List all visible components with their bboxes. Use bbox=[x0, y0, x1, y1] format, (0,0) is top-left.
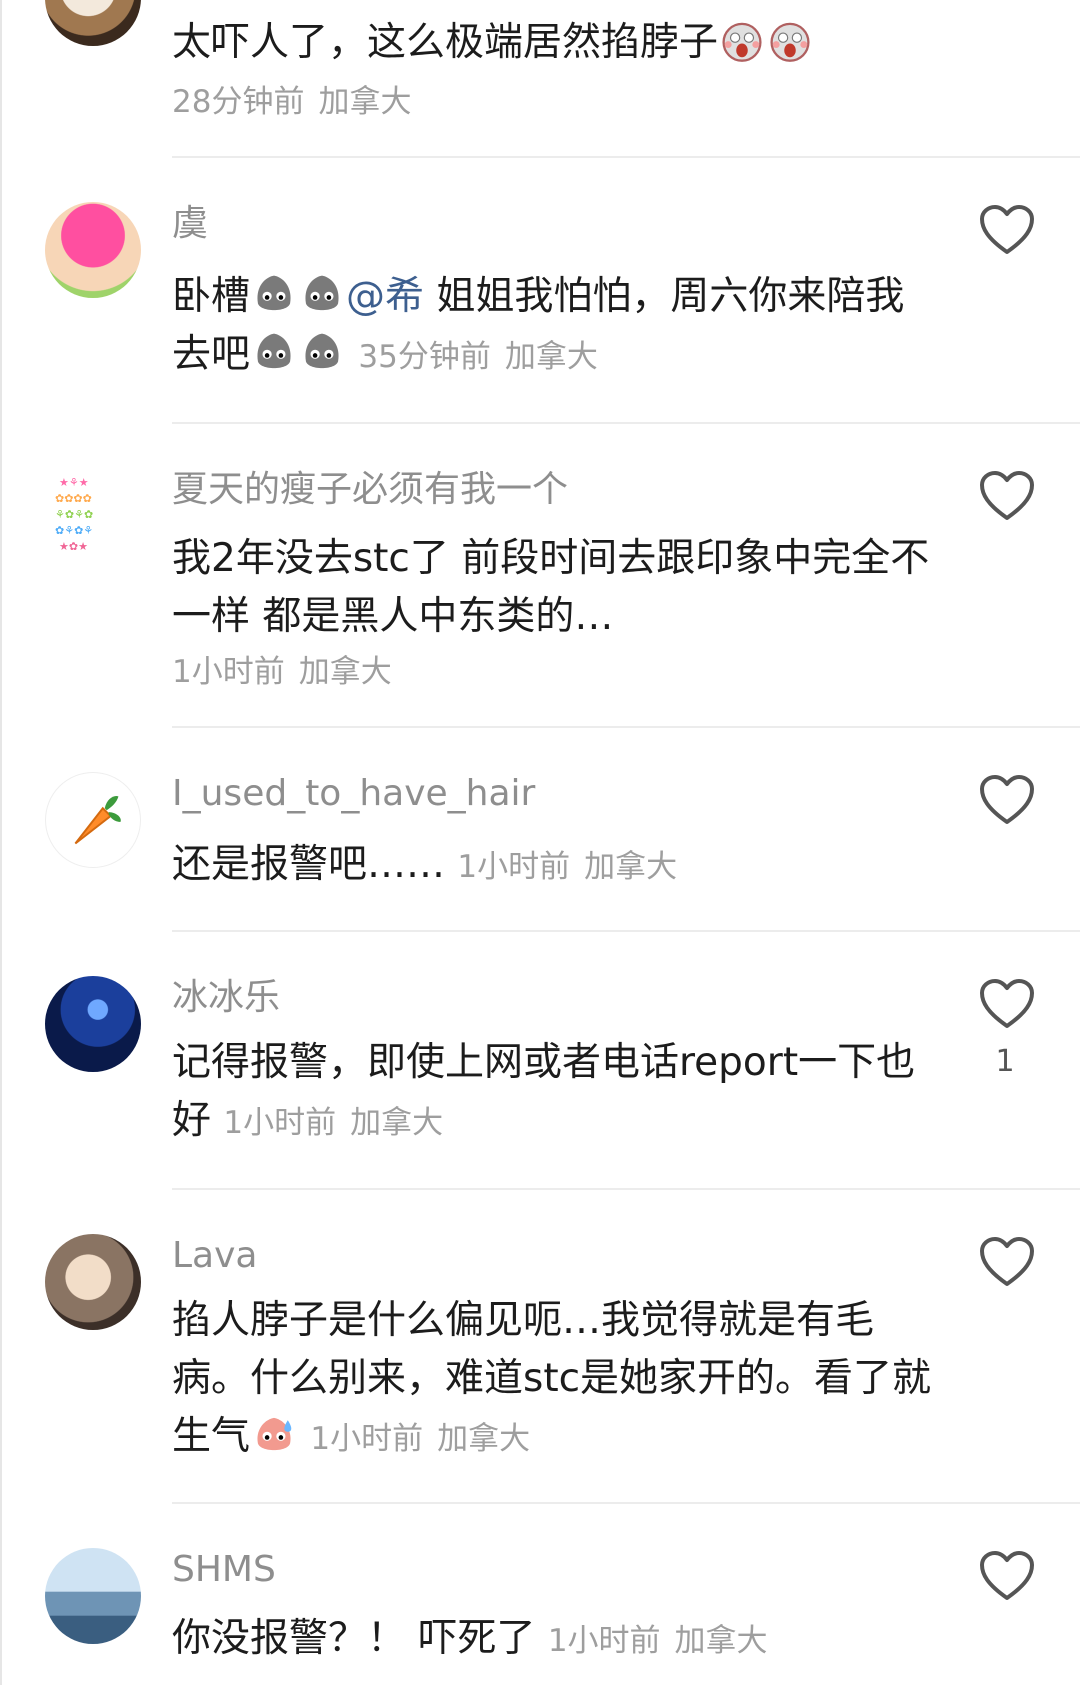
comment-text: 卧槽 @希 姐姐我怕怕，周六你来陪我去吧 35分钟前 加拿大 bbox=[172, 268, 942, 386]
comment-username[interactable]: I_used_to_have_hair bbox=[172, 772, 535, 816]
comment-meta: 1小时前 加拿大 bbox=[548, 1623, 768, 1659]
comment-text: 你没报警？！ 吓死了 1小时前 加拿大 bbox=[172, 1616, 768, 1661]
avatar[interactable] bbox=[45, 0, 141, 46]
comment-text: 还是报警吧…… 1小时前 加拿大 bbox=[172, 842, 678, 887]
divider bbox=[172, 930, 1080, 932]
like-heart-icon[interactable] bbox=[979, 1550, 1035, 1602]
svg-text:⚘✿⚘✿: ⚘✿⚘✿ bbox=[55, 508, 93, 521]
avatar[interactable] bbox=[45, 202, 141, 298]
comment-time: 1小时前 bbox=[310, 1421, 424, 1457]
comment-location: 加拿大 bbox=[318, 84, 412, 120]
svg-text:✿✿✿✿: ✿✿✿✿ bbox=[55, 492, 92, 505]
divider bbox=[172, 1502, 1080, 1504]
comment-meta: 1小时前 加拿大 bbox=[310, 1421, 530, 1457]
scream-emoji-icon bbox=[770, 22, 810, 62]
like-heart-icon[interactable] bbox=[979, 978, 1035, 1030]
comment-text: 掐人脖子是什么偏见呃…我觉得就是有毛病。什么别来，难道stc是她家开的。看了就生… bbox=[172, 1298, 932, 1459]
comment-text: 太吓人了，这么极端居然掐脖子 bbox=[172, 14, 942, 72]
comment-time: 1小时前 bbox=[547, 1623, 661, 1659]
comment-text: 记得报警，即使上网或者电话report一下也好 1小时前 加拿大 bbox=[172, 1040, 916, 1143]
comment-meta: 1小时前 加拿大 bbox=[223, 1105, 443, 1141]
svg-text:✿⚘✿⚘: ✿⚘✿⚘ bbox=[55, 524, 93, 537]
avatar[interactable] bbox=[45, 1548, 141, 1644]
divider bbox=[172, 726, 1080, 728]
comment-location: 加拿大 bbox=[584, 849, 678, 885]
like-heart-icon[interactable] bbox=[979, 204, 1035, 256]
comment-meta: 28分钟前 加拿大 bbox=[172, 76, 411, 121]
scream-emoji-icon bbox=[722, 22, 762, 62]
mention-link[interactable]: @希 bbox=[346, 274, 424, 319]
comment-time: 28分钟前 bbox=[172, 84, 305, 120]
comment-username[interactable]: 夏天的瘦子必须有我一个 bbox=[172, 468, 568, 512]
grey-blob-emoji-icon bbox=[305, 275, 339, 311]
divider bbox=[172, 156, 1080, 158]
divider bbox=[172, 1188, 1080, 1190]
comment-text: 我2年没去stc了 前段时间去跟印象中完全不一样 都是黑人中东类的… bbox=[172, 536, 930, 639]
avatar[interactable] bbox=[45, 1234, 141, 1330]
svg-text:★⚘★: ★⚘★ bbox=[59, 476, 89, 489]
comment-time: 1小时前 bbox=[223, 1105, 337, 1141]
comment-location: 加拿大 bbox=[350, 1105, 444, 1141]
sweat-pink-emoji-icon bbox=[257, 1417, 292, 1451]
grey-blob-emoji-icon bbox=[257, 333, 291, 369]
comment-username[interactable]: 虞 bbox=[172, 202, 208, 246]
comment-location: 加拿大 bbox=[674, 1623, 768, 1659]
like-count: 1 bbox=[995, 1044, 1015, 1079]
comment-meta: 35分钟前 加拿大 bbox=[358, 339, 597, 375]
like-heart-icon[interactable] bbox=[979, 1236, 1035, 1288]
divider bbox=[172, 422, 1080, 424]
comment-location: 加拿大 bbox=[298, 654, 392, 690]
text-pattern-avatar-icon: ★⚘★ ✿✿✿✿ ⚘✿⚘✿ ✿⚘✿⚘ ★✿★ bbox=[55, 476, 93, 553]
comment-meta: 1小时前 加拿大 bbox=[172, 646, 392, 691]
grey-blob-emoji-icon bbox=[305, 333, 339, 369]
svg-text:★✿★: ★✿★ bbox=[59, 540, 88, 553]
comment-location: 加拿大 bbox=[504, 339, 598, 375]
grey-blob-emoji-icon bbox=[257, 275, 291, 311]
comment-meta: 1小时前 加拿大 bbox=[457, 849, 677, 885]
comment-username[interactable]: SHMS bbox=[172, 1548, 276, 1592]
left-edge bbox=[0, 0, 2, 1685]
like-heart-icon[interactable] bbox=[979, 774, 1035, 826]
avatar[interactable] bbox=[45, 772, 141, 868]
comment-username[interactable]: Lava bbox=[172, 1234, 257, 1278]
comment-location: 加拿大 bbox=[437, 1421, 531, 1457]
comment-time: 1小时前 bbox=[457, 849, 571, 885]
comment-username[interactable]: 冰冰乐 bbox=[172, 976, 280, 1020]
avatar[interactable]: ★⚘★ ✿✿✿✿ ⚘✿⚘✿ ✿⚘✿⚘ ★✿★ bbox=[45, 466, 141, 562]
comment-time: 1小时前 bbox=[172, 654, 285, 690]
comment-time: 35分钟前 bbox=[358, 339, 491, 375]
avatar[interactable] bbox=[45, 976, 141, 1072]
like-heart-icon[interactable] bbox=[979, 470, 1035, 522]
carrot-icon bbox=[74, 796, 121, 845]
